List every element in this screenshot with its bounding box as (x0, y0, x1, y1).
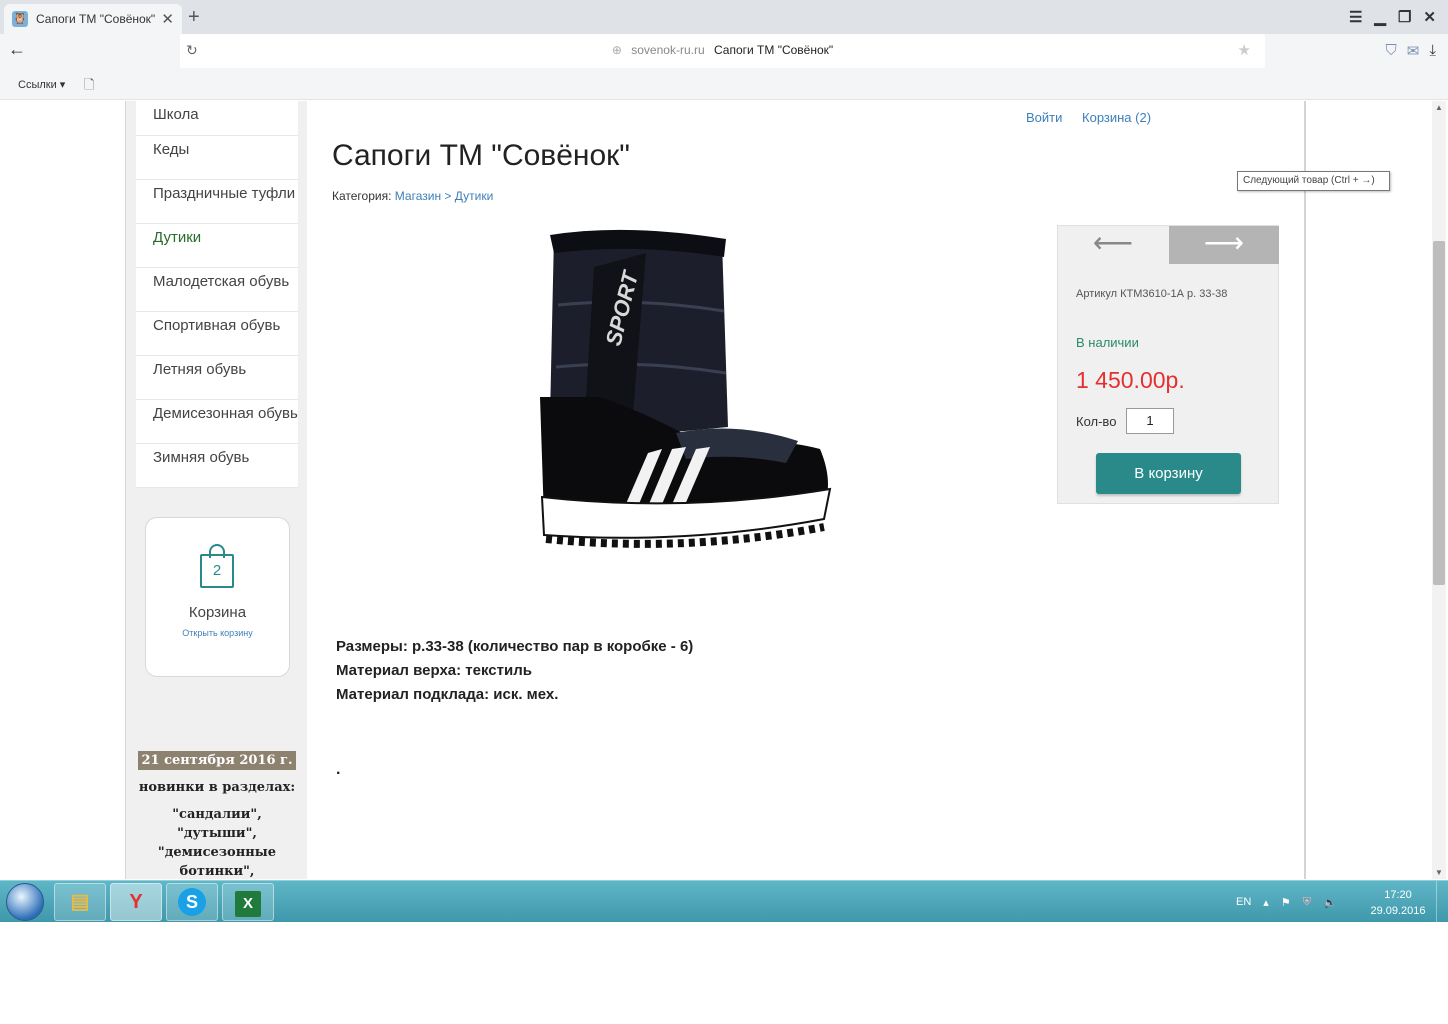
menu-item-dutiki[interactable]: Дутики (136, 224, 298, 268)
globe-icon: ⊕ (611, 43, 622, 57)
system-tray: EN ▴ ⚑ ⛨ 🔈 (1236, 881, 1337, 923)
menu-item-toddler-shoes[interactable]: Малодетская обувь (136, 268, 298, 312)
open-cart-link[interactable]: Открыть корзину (146, 628, 289, 638)
new-tab-button[interactable]: + (188, 6, 200, 29)
cart-widget[interactable]: 2 Корзина Открыть корзину (145, 517, 290, 677)
excel-logo: X (235, 891, 261, 917)
scroll-up-icon[interactable]: ▲ (1435, 103, 1443, 112)
header-cart-link[interactable]: Корзина (2) (1082, 110, 1151, 125)
owl-favicon-icon: 🦉 (12, 11, 28, 27)
web-page: Школа Кеды Праздничные туфли Дутики Мало… (0, 101, 1432, 879)
bookmarks-links-menu[interactable]: Ссылки ▾ (18, 78, 65, 91)
product-photo[interactable]: SPORT (536, 227, 834, 553)
document-icon[interactable]: 🗋 (84, 76, 94, 98)
tab-bar: 🦉 Сапоги ТМ "Совёнок" ✕ + ☰ ▁ ❐ ✕ (0, 0, 1448, 34)
availability-status: В наличии (1076, 335, 1139, 350)
menu-item-summer-shoes[interactable]: Летняя обувь (136, 356, 298, 400)
news-date: 21 сентября 2016 г. (138, 751, 296, 770)
clock-date: 29.09.2016 (1370, 905, 1426, 917)
category-label: Категория: (332, 189, 392, 203)
menu-item-festive-shoes[interactable]: Праздничные туфли (136, 180, 298, 224)
category-path-link[interactable]: Магазин > Дутики (395, 189, 494, 203)
product-sku: Артикул КТМ3610-1А р. 33-38 (1076, 288, 1228, 300)
mail-icon[interactable]: ✉ (1407, 42, 1420, 60)
close-window-icon[interactable]: ✕ (1423, 8, 1436, 26)
description-upper-material: Материал верха: текстиль (336, 662, 532, 679)
page-scrollbar[interactable]: ▲ ▼ (1432, 101, 1446, 879)
skype-logo: S (178, 888, 206, 916)
address-page-title: Сапоги ТМ "Совёнок" (713, 43, 834, 57)
quantity-input[interactable]: 1 (1126, 408, 1174, 434)
menu-item-demiseason-shoes[interactable]: Демисезонная обувь (136, 400, 298, 444)
menu-item-winter-shoes[interactable]: Зимняя обувь (136, 444, 298, 488)
download-icon[interactable]: ⤓ (1429, 42, 1436, 60)
bookmarks-bar: Ссылки ▾ 🗋 (0, 68, 1448, 100)
show-desktop-button[interactable] (1436, 881, 1448, 923)
minimize-icon[interactable]: ▁ (1374, 8, 1386, 26)
navigation-bar: ← ↻ ⊕ sovenok-ru.ru Сапоги ТМ "Совёнок" … (0, 34, 1448, 68)
tab-active[interactable]: 🦉 Сапоги ТМ "Совёнок" ✕ (4, 4, 182, 34)
scrollbar-thumb[interactable] (1433, 241, 1445, 585)
description-sizes: Размеры: р.33-38 (количество пар в короб… (336, 638, 694, 655)
window-controls: ☰ ▁ ❐ ✕ (1349, 8, 1436, 26)
menu-item-sport-shoes[interactable]: Спортивная обувь (136, 312, 298, 356)
windows-taskbar: ▤ Y S X EN ▴ ⚑ ⛨ 🔈 17:20 29.09.2016 (0, 880, 1448, 923)
menu-item-school[interactable]: Школа (136, 101, 298, 136)
excel-icon[interactable]: X (222, 883, 274, 921)
clock-time: 17:20 (1384, 889, 1412, 901)
skype-icon[interactable]: S (166, 883, 218, 921)
product-title: Сапоги ТМ "Совёнок" (332, 139, 630, 172)
shopping-bag-icon: 2 (200, 544, 234, 588)
menu-icon[interactable]: ☰ (1349, 8, 1362, 26)
add-to-cart-button[interactable]: В корзину (1096, 453, 1241, 494)
file-explorer-icon[interactable]: ▤ (54, 883, 106, 921)
tab-close-icon[interactable]: ✕ (161, 10, 174, 28)
bookmark-star-icon[interactable]: ★ (1238, 41, 1251, 59)
restore-icon[interactable]: ❐ (1398, 8, 1411, 26)
news-line-2: "сандалии", "дутыши", "демисезонные боти… (157, 807, 277, 879)
back-arrow-icon[interactable]: ← (8, 39, 26, 60)
system-clock[interactable]: 17:20 29.09.2016 (1370, 887, 1426, 919)
show-hidden-icons-icon[interactable]: ▴ (1263, 896, 1269, 909)
category-menu: Школа Кеды Праздничные туфли Дутики Мало… (136, 101, 298, 488)
previous-product-arrow-icon[interactable]: ⟵ (1058, 226, 1168, 264)
news-block: 21 сентября 2016 г. новинки в разделах: … (136, 751, 298, 879)
address-host: sovenok-ru.ru (631, 43, 705, 57)
product-navigation: ⟵ ⟶ (1058, 226, 1280, 264)
breadcrumb: Категория: Магазин > Дутики (332, 189, 493, 203)
yandex-browser-icon[interactable]: Y (110, 883, 162, 921)
menu-item-sneakers[interactable]: Кеды (136, 136, 298, 180)
quantity-label: Кол-во (1076, 414, 1117, 429)
description-lining-material: Материал подклада: иск. мех. (336, 686, 559, 703)
next-product-tooltip: Следующий товар (Ctrl + →) (1237, 171, 1390, 191)
address-bar[interactable]: ↻ ⊕ sovenok-ru.ru Сапоги ТМ "Совёнок" ★ (180, 34, 1265, 68)
cart-count: 2 (200, 554, 234, 588)
user-links: Войти Корзина (2) (1026, 110, 1167, 125)
tab-title: Сапоги ТМ "Совёнок" (36, 12, 156, 26)
shield-icon[interactable]: ⛉ (1386, 42, 1397, 60)
start-button[interactable] (6, 883, 44, 921)
extension-icons: ⛉ ✉ ⤓ (1386, 42, 1436, 60)
product-description: Размеры: р.33-38 (количество пар в короб… (336, 635, 693, 707)
volume-icon[interactable]: 🔈 (1323, 896, 1337, 909)
product-price: 1 450.00р. (1076, 367, 1185, 393)
scroll-down-icon[interactable]: ▼ (1435, 868, 1443, 877)
language-indicator[interactable]: EN (1236, 896, 1251, 908)
action-center-flag-icon[interactable]: ⚑ (1281, 896, 1291, 909)
antivirus-icon[interactable]: ⛨ (1303, 896, 1311, 909)
cart-title: Корзина (188, 604, 247, 621)
content-right-border (1304, 101, 1306, 879)
login-link[interactable]: Войти (1026, 110, 1062, 125)
trailing-dot: . (336, 761, 341, 778)
address-text: ⊕ sovenok-ru.ru Сапоги ТМ "Совёнок" (180, 43, 1265, 57)
news-line-1: новинки в разделах: (138, 780, 296, 795)
buy-box: ⟵ ⟶ Артикул КТМ3610-1А р. 33-38 В наличи… (1057, 225, 1279, 504)
next-product-arrow-icon[interactable]: ⟶ (1169, 226, 1279, 264)
